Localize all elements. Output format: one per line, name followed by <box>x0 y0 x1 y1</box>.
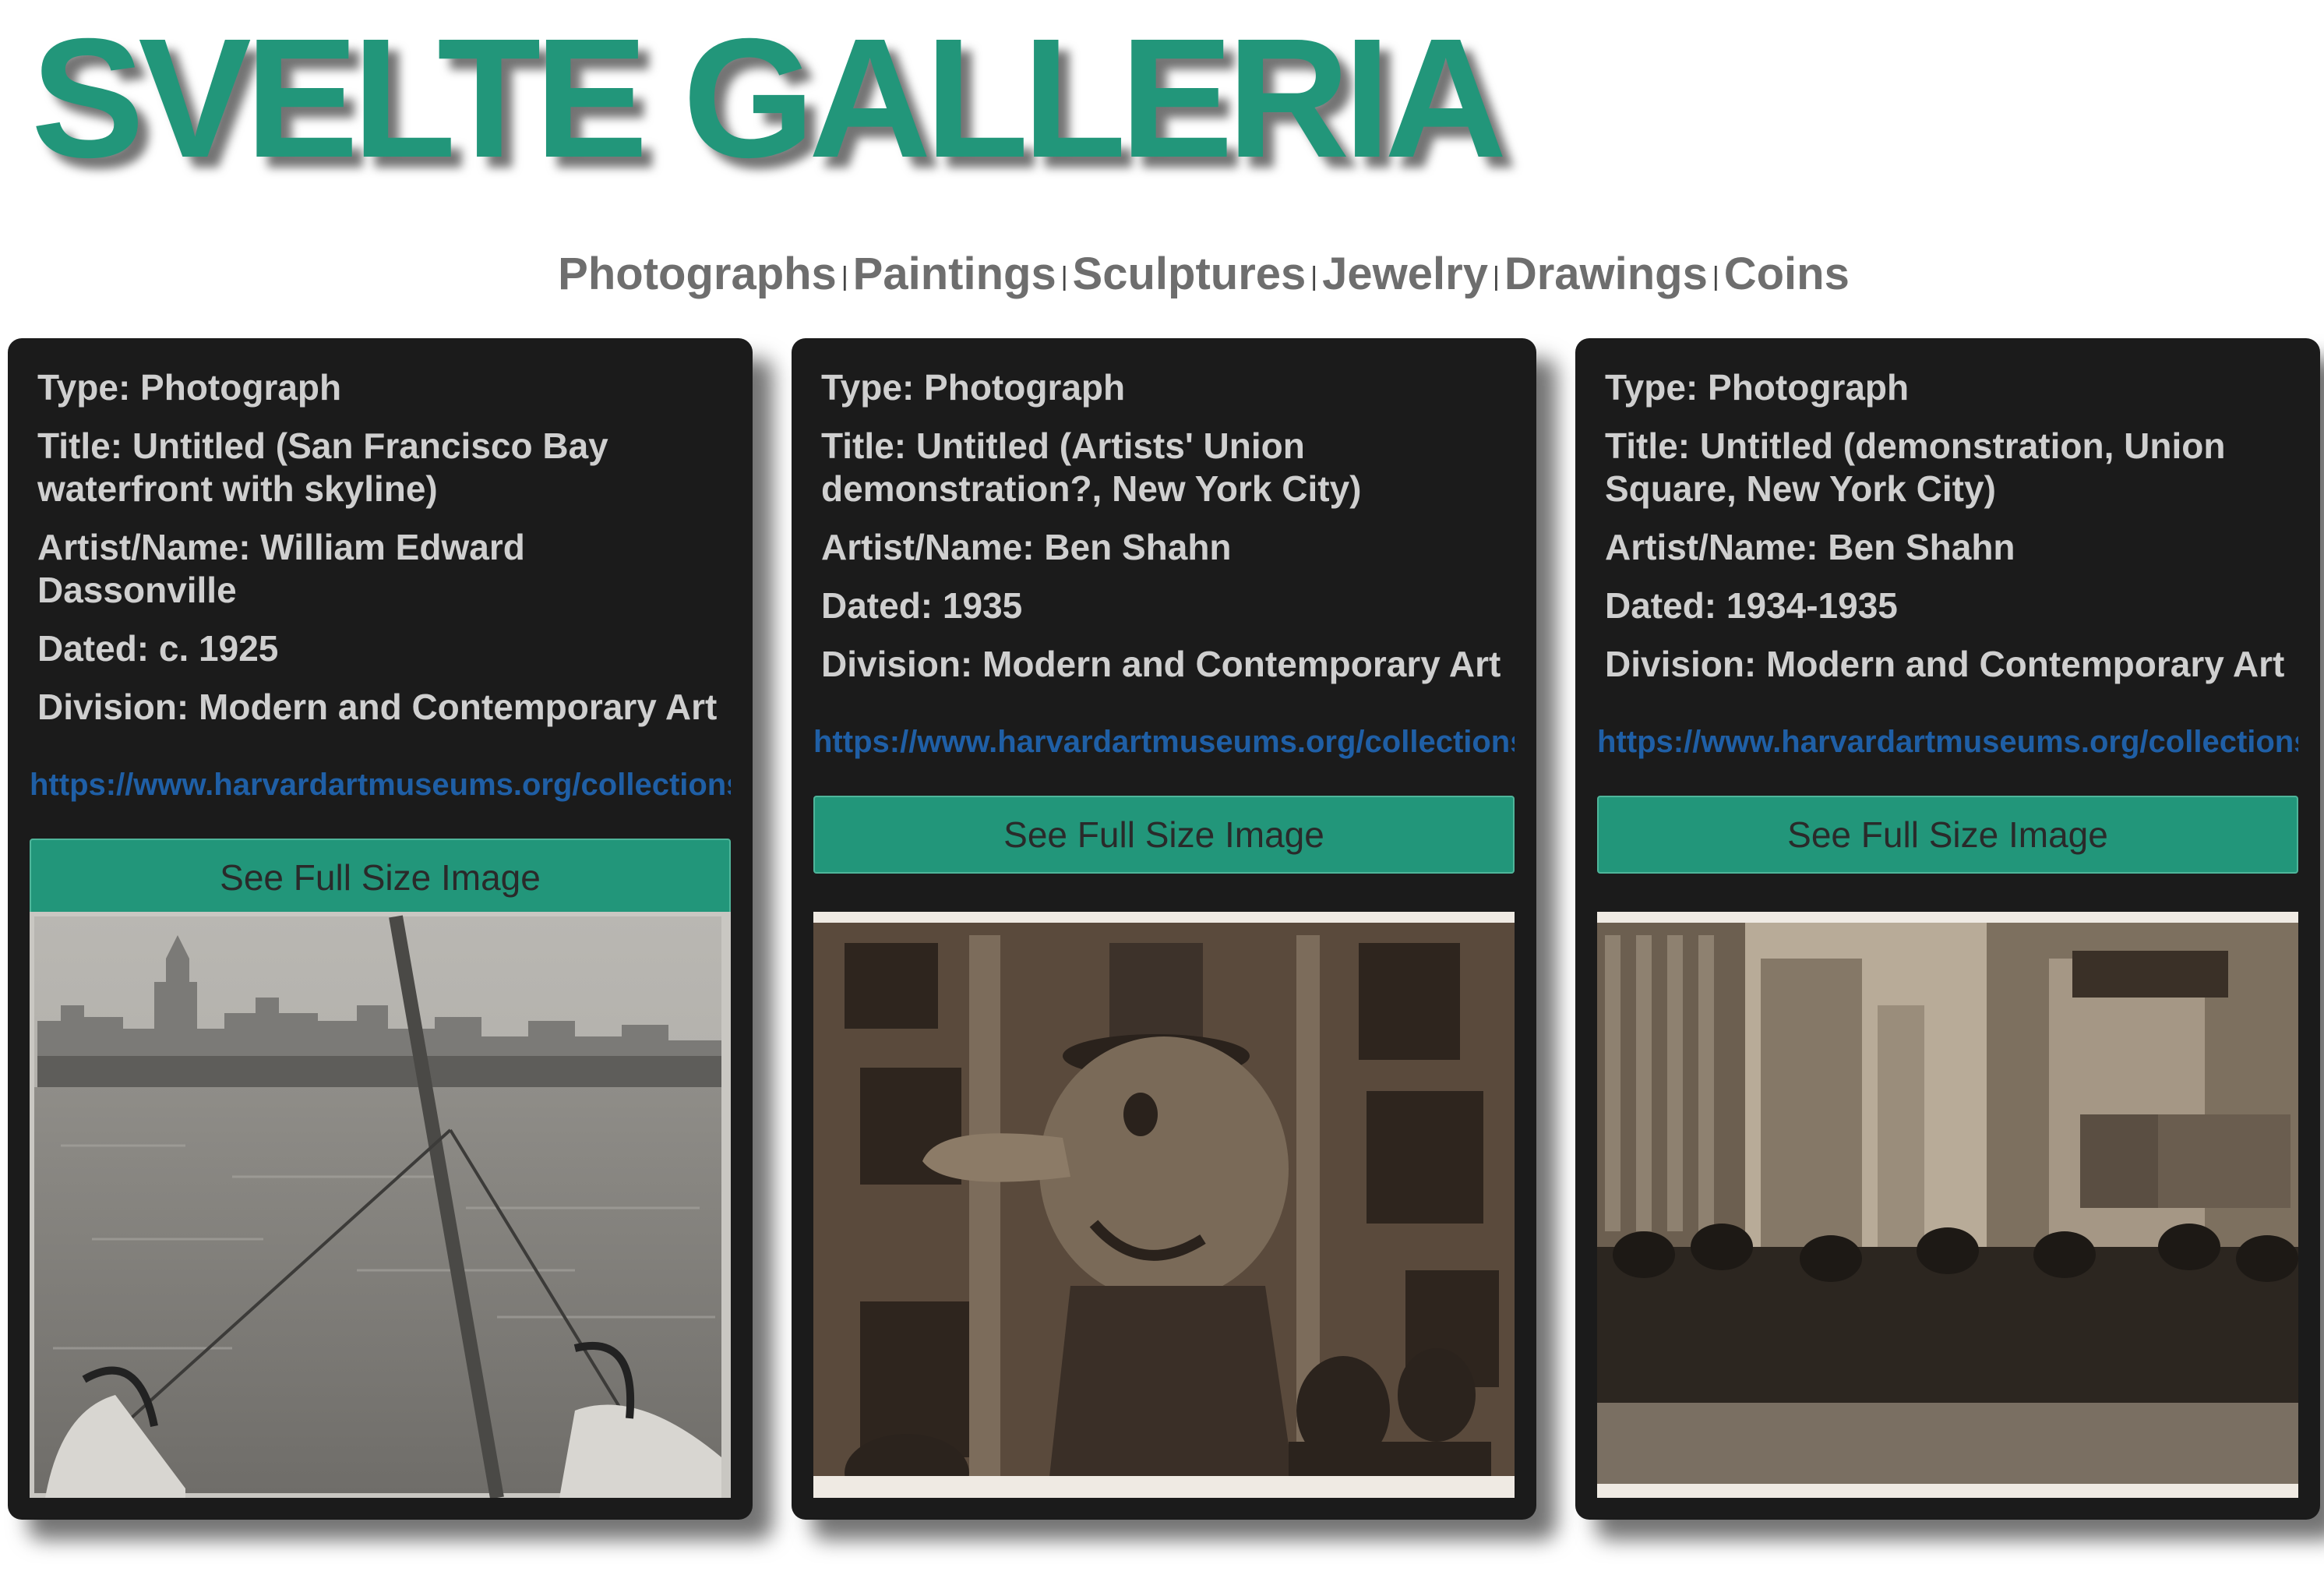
see-full-size-button[interactable]: See Full Size Image <box>1597 796 2298 874</box>
nav-separator: | <box>1060 262 1068 292</box>
nav-item-paintings[interactable]: Paintings <box>853 249 1056 299</box>
artwork-info: Type: Photograph Title: Untitled (demons… <box>1575 338 2320 686</box>
artwork-type: Type: Photograph <box>37 367 342 408</box>
artwork-type: Type: Photograph <box>821 367 1126 408</box>
artwork-card: Type: Photograph Title: Untitled (Artist… <box>792 338 1536 1520</box>
artwork-info: Type: Photograph Title: Untitled (Artist… <box>792 338 1536 686</box>
artwork-collection-link[interactable]: https://www.harvardartmuseums.org/collec… <box>30 768 731 803</box>
artwork-collection-link[interactable]: https://www.harvardartmuseums.org/collec… <box>813 725 1515 760</box>
see-full-size-button[interactable]: See Full Size Image <box>30 839 731 916</box>
page: SVELTE GALLERIA Photographs | Paintings | Sc… <box>0 0 2324 1582</box>
artwork-division: Division: Modern and Contemporary Art <box>1605 644 2285 684</box>
artwork-division: Division: Modern and Contemporary Art <box>821 644 1501 684</box>
artwork-title: Title: Untitled (demonstration, Union Sq… <box>1605 426 2226 509</box>
nav-item-drawings[interactable]: Drawings <box>1504 249 1708 299</box>
nav-separator: | <box>1492 262 1500 292</box>
nav-item-photographs[interactable]: Photographs <box>558 249 837 299</box>
artwork-photo[interactable] <box>813 912 1515 1498</box>
artwork-photo[interactable] <box>30 912 731 1498</box>
category-nav: Photographs | Paintings | Sculptures | Jewelry… <box>0 248 2324 300</box>
nav-item-jewelry[interactable]: Jewelry <box>1322 249 1488 299</box>
artwork-collection-link[interactable]: https://www.harvardartmuseums.org/collec… <box>1597 725 2298 760</box>
artwork-artist: Artist/Name: Ben Shahn <box>1605 527 2015 567</box>
artwork-info: Type: Photograph Title: Untitled (San Fr… <box>8 338 753 729</box>
artwork-card: Type: Photograph Title: Untitled (San Fr… <box>8 338 753 1520</box>
artwork-division: Division: Modern and Contemporary Art <box>37 687 718 727</box>
artwork-dated: Dated: 1934-1935 <box>1605 585 1898 626</box>
site-logo-title: SVELTE GALLERIA <box>31 4 1507 193</box>
nav-item-coins[interactable]: Coins <box>1724 249 1850 299</box>
nav-item-sculptures[interactable]: Sculptures <box>1073 249 1307 299</box>
artwork-type: Type: Photograph <box>1605 367 1910 408</box>
artwork-card: Type: Photograph Title: Untitled (demons… <box>1575 338 2320 1520</box>
artwork-dated: Dated: c. 1925 <box>37 628 279 669</box>
nav-separator: | <box>1712 262 1719 292</box>
nav-separator: | <box>841 262 848 292</box>
artwork-title: Title: Untitled (San Francisco Bay water… <box>37 426 608 509</box>
artwork-photo[interactable] <box>1597 912 2298 1498</box>
see-full-size-button[interactable]: See Full Size Image <box>813 796 1515 874</box>
artwork-artist: Artist/Name: William Edward Dassonville <box>37 527 525 610</box>
nav-separator: | <box>1310 262 1318 292</box>
artwork-artist: Artist/Name: Ben Shahn <box>821 527 1232 567</box>
artwork-title: Title: Untitled (Artists' Union demonstr… <box>821 426 1362 509</box>
artwork-dated: Dated: 1935 <box>821 585 1023 626</box>
